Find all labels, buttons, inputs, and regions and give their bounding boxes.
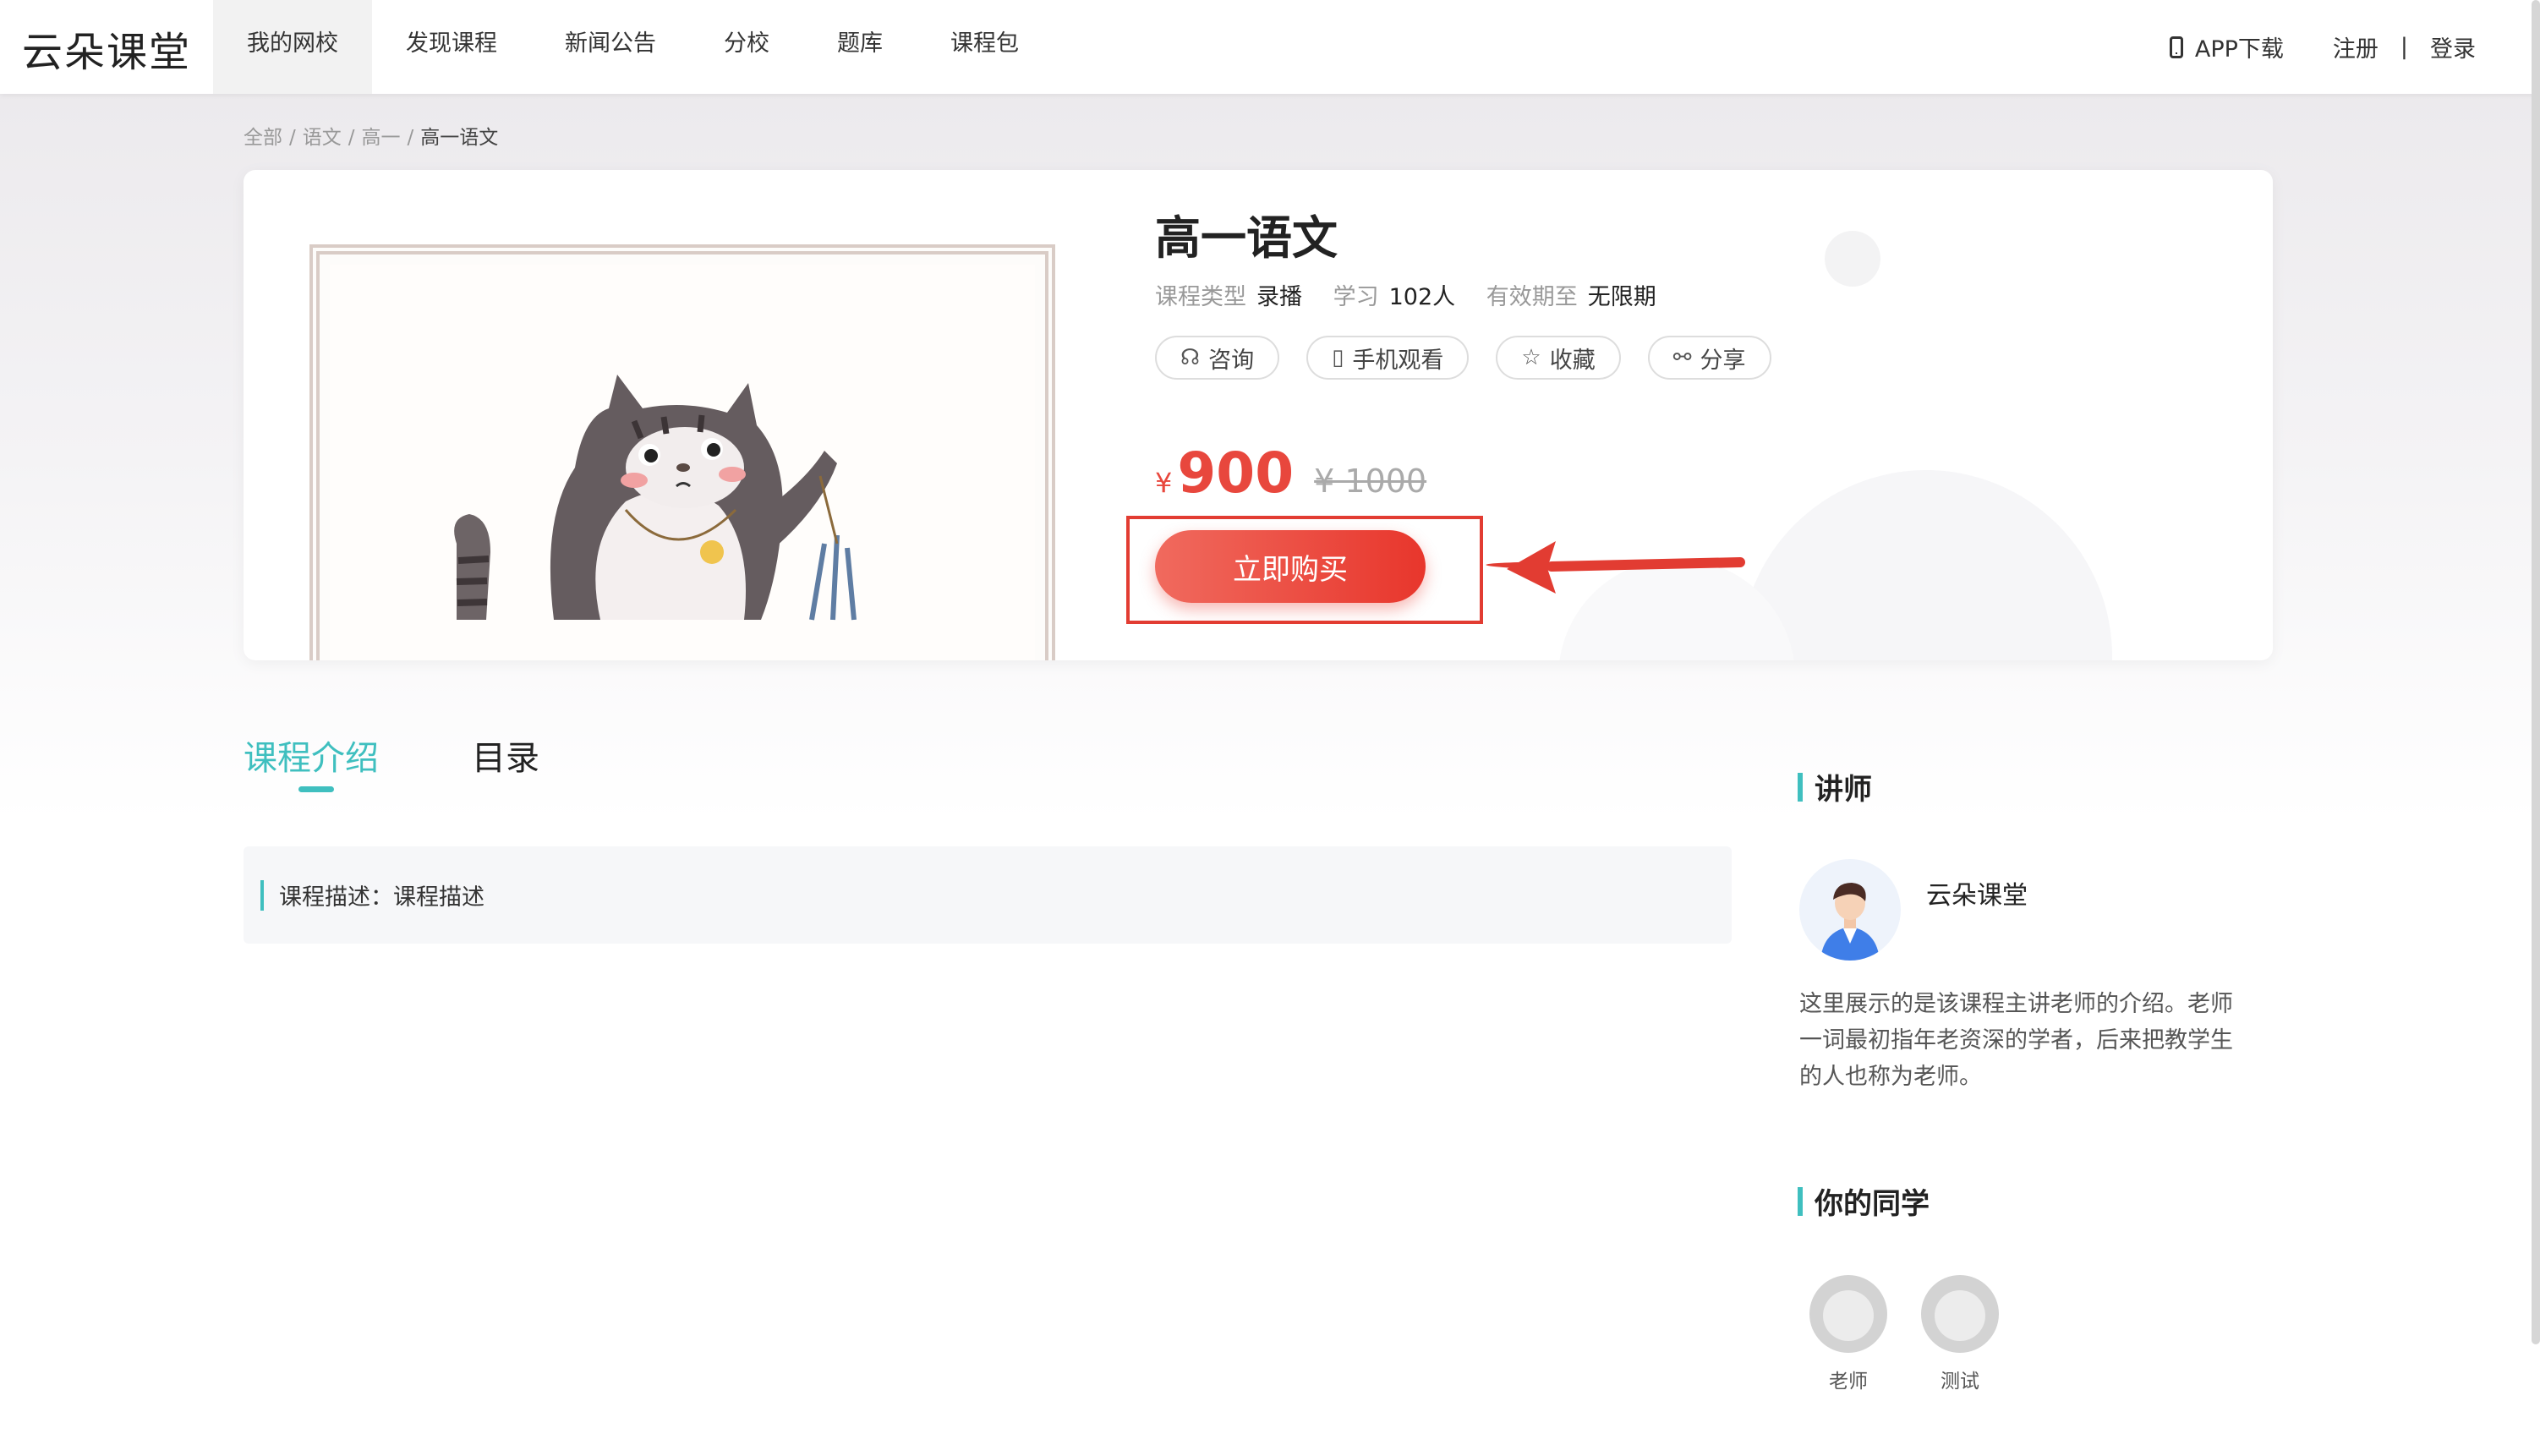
decor-circle [1825, 231, 1880, 287]
active-tab-indicator [298, 786, 334, 792]
share-icon: ⚯ [1672, 345, 1692, 370]
nav-news[interactable]: 新闻公告 [531, 0, 690, 94]
mobile-watch-button[interactable]: ▯ 手机观看 [1306, 336, 1470, 380]
course-type-label: 课程类型 [1155, 284, 1246, 310]
cat-illustration [454, 375, 857, 621]
decor-circle [1740, 470, 2112, 660]
validity-label: 有效期至 [1486, 284, 1578, 310]
register-link[interactable]: 注册 [2333, 30, 2379, 63]
learners-label: 学习 [1333, 284, 1379, 310]
teacher-intro: 这里展示的是该课程主讲老师的介绍。老师一词最初指年老资深的学者，后来把教学生的人… [1799, 991, 2233, 1090]
site-logo[interactable]: 云朵课堂 [22, 19, 191, 78]
nav-question-bank[interactable]: 题库 [803, 0, 917, 94]
tab-course-intro[interactable]: 课程介绍 [244, 731, 379, 780]
nav-branch[interactable]: 分校 [690, 0, 803, 94]
description-accent-bar [260, 880, 264, 911]
nav-separator: | [2400, 34, 2408, 60]
course-description-box: 课程描述：课程描述 [244, 846, 1732, 944]
classmate-avatar [1809, 1275, 1887, 1353]
page-scrollbar[interactable] [2532, 0, 2540, 1344]
breadcrumb-current: 高一语文 [420, 127, 499, 149]
classmate-avatar [1921, 1275, 1999, 1353]
app-download-link[interactable]: APP下载 [2169, 30, 2284, 63]
classmate-item[interactable]: 老师 [1809, 1275, 1887, 1393]
course-description: 课程描述：课程描述 [279, 884, 484, 911]
course-tabs: 课程介绍 目录 [244, 731, 632, 780]
phone-icon: ▯ [1332, 345, 1344, 370]
classmates-heading: 你的同学 [1798, 1180, 1930, 1222]
mobile-phone-icon [2169, 36, 2183, 58]
consult-button[interactable]: ☊ 咨询 [1155, 336, 1280, 380]
top-navigation-bar: 云朵课堂 我的网校 发现课程 新闻公告 分校 题库 课程包 APP下载 注册 |… [0, 0, 2540, 94]
breadcrumb-grade[interactable]: 高一 [362, 127, 401, 149]
course-title: 高一语文 [1155, 211, 1338, 265]
current-price: 900 [1177, 441, 1295, 506]
login-link[interactable]: 登录 [2430, 30, 2476, 63]
favorite-label: 收藏 [1549, 347, 1596, 374]
star-icon: ☆ [1521, 345, 1541, 370]
course-cover-image [309, 244, 1055, 660]
classmate-name: 测试 [1941, 1371, 1979, 1393]
share-label: 分享 [1700, 347, 1746, 374]
headset-icon: ☊ [1180, 345, 1201, 370]
currency-symbol: ¥ [1155, 467, 1173, 499]
nav-discover-courses[interactable]: 发现课程 [372, 0, 531, 94]
learners-value: 102人 [1388, 284, 1456, 310]
classmate-item[interactable]: 测试 [1921, 1275, 1999, 1393]
breadcrumb-chinese[interactable]: 语文 [303, 127, 342, 149]
tab-catalog[interactable]: 目录 [472, 731, 539, 780]
consult-label: 咨询 [1208, 347, 1255, 374]
course-card: 高一语文 课程类型 录播 学习 102人 有效期至 无限期 ☊ 咨询 ▯ 手机观看 ☆ 收藏… [244, 170, 2273, 660]
nav-course-package[interactable]: 课程包 [917, 0, 1053, 94]
main-nav: 我的网校 发现课程 新闻公告 分校 题库 课程包 [213, 0, 1053, 94]
teacher-avatar [1799, 859, 1901, 961]
breadcrumb: 全部 / 语文 / 高一 / 高一语文 [244, 127, 499, 149]
app-download-label: APP下载 [2194, 36, 2284, 63]
user-nav: APP下载 注册 | 登录 [2169, 0, 2540, 94]
classmate-name: 老师 [1829, 1371, 1868, 1393]
teacher-name[interactable]: 云朵课堂 [1926, 874, 2028, 911]
share-button[interactable]: ⚯ 分享 [1647, 336, 1771, 380]
breadcrumb-all[interactable]: 全部 [244, 127, 282, 149]
buy-now-button[interactable]: 立即购买 [1155, 530, 1426, 603]
validity-value: 无限期 [1587, 284, 1656, 310]
favorite-button[interactable]: ☆ 收藏 [1496, 336, 1621, 380]
price-block: ¥ 900 ¥ 1000 [1155, 441, 1426, 506]
course-type-value: 录播 [1256, 284, 1302, 310]
mobile-watch-label: 手机观看 [1352, 347, 1444, 374]
course-actions: ☊ 咨询 ▯ 手机观看 ☆ 收藏 ⚯ 分享 [1155, 336, 1798, 380]
teacher-heading: 讲师 [1798, 766, 1872, 807]
original-price: ¥ 1000 [1314, 463, 1427, 500]
course-meta: 课程类型 录播 学习 102人 有效期至 无限期 [1155, 278, 1680, 311]
nav-my-school[interactable]: 我的网校 [213, 0, 372, 94]
